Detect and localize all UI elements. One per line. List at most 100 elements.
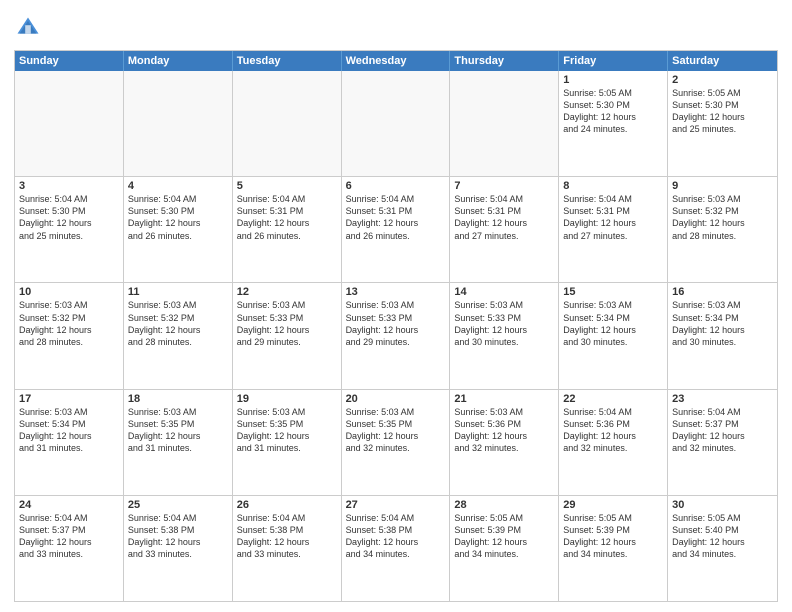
- day-cell-3: 3Sunrise: 5:04 AM Sunset: 5:30 PM Daylig…: [15, 177, 124, 282]
- day-number: 20: [346, 393, 446, 405]
- day-cell-28: 28Sunrise: 5:05 AM Sunset: 5:39 PM Dayli…: [450, 496, 559, 601]
- day-info: Sunrise: 5:04 AM Sunset: 5:38 PM Dayligh…: [346, 512, 446, 561]
- day-cell-6: 6Sunrise: 5:04 AM Sunset: 5:31 PM Daylig…: [342, 177, 451, 282]
- calendar-row-4: 17Sunrise: 5:03 AM Sunset: 5:34 PM Dayli…: [15, 389, 777, 495]
- day-info: Sunrise: 5:04 AM Sunset: 5:30 PM Dayligh…: [19, 193, 119, 242]
- header-day-sunday: Sunday: [15, 51, 124, 71]
- day-cell-27: 27Sunrise: 5:04 AM Sunset: 5:38 PM Dayli…: [342, 496, 451, 601]
- header-day-tuesday: Tuesday: [233, 51, 342, 71]
- day-cell-19: 19Sunrise: 5:03 AM Sunset: 5:35 PM Dayli…: [233, 390, 342, 495]
- day-cell-11: 11Sunrise: 5:03 AM Sunset: 5:32 PM Dayli…: [124, 283, 233, 388]
- calendar-body: 1Sunrise: 5:05 AM Sunset: 5:30 PM Daylig…: [15, 71, 777, 601]
- day-info: Sunrise: 5:03 AM Sunset: 5:32 PM Dayligh…: [128, 299, 228, 348]
- day-info: Sunrise: 5:04 AM Sunset: 5:31 PM Dayligh…: [563, 193, 663, 242]
- day-number: 1: [563, 74, 663, 86]
- header-day-wednesday: Wednesday: [342, 51, 451, 71]
- day-info: Sunrise: 5:04 AM Sunset: 5:36 PM Dayligh…: [563, 406, 663, 455]
- day-info: Sunrise: 5:03 AM Sunset: 5:34 PM Dayligh…: [672, 299, 773, 348]
- day-number: 5: [237, 180, 337, 192]
- day-number: 15: [563, 286, 663, 298]
- day-cell-20: 20Sunrise: 5:03 AM Sunset: 5:35 PM Dayli…: [342, 390, 451, 495]
- header: [14, 10, 778, 42]
- day-info: Sunrise: 5:03 AM Sunset: 5:35 PM Dayligh…: [346, 406, 446, 455]
- day-cell-21: 21Sunrise: 5:03 AM Sunset: 5:36 PM Dayli…: [450, 390, 559, 495]
- day-cell-7: 7Sunrise: 5:04 AM Sunset: 5:31 PM Daylig…: [450, 177, 559, 282]
- day-cell-25: 25Sunrise: 5:04 AM Sunset: 5:38 PM Dayli…: [124, 496, 233, 601]
- day-cell-24: 24Sunrise: 5:04 AM Sunset: 5:37 PM Dayli…: [15, 496, 124, 601]
- day-number: 25: [128, 499, 228, 511]
- day-info: Sunrise: 5:04 AM Sunset: 5:38 PM Dayligh…: [128, 512, 228, 561]
- day-number: 23: [672, 393, 773, 405]
- day-info: Sunrise: 5:03 AM Sunset: 5:35 PM Dayligh…: [128, 406, 228, 455]
- day-number: 2: [672, 74, 773, 86]
- day-info: Sunrise: 5:04 AM Sunset: 5:31 PM Dayligh…: [237, 193, 337, 242]
- day-info: Sunrise: 5:04 AM Sunset: 5:30 PM Dayligh…: [128, 193, 228, 242]
- day-info: Sunrise: 5:04 AM Sunset: 5:37 PM Dayligh…: [19, 512, 119, 561]
- day-info: Sunrise: 5:03 AM Sunset: 5:33 PM Dayligh…: [454, 299, 554, 348]
- logo-icon: [14, 14, 42, 42]
- day-info: Sunrise: 5:03 AM Sunset: 5:33 PM Dayligh…: [346, 299, 446, 348]
- day-cell-18: 18Sunrise: 5:03 AM Sunset: 5:35 PM Dayli…: [124, 390, 233, 495]
- header-day-saturday: Saturday: [668, 51, 777, 71]
- day-number: 12: [237, 286, 337, 298]
- day-info: Sunrise: 5:04 AM Sunset: 5:31 PM Dayligh…: [454, 193, 554, 242]
- day-number: 26: [237, 499, 337, 511]
- day-number: 10: [19, 286, 119, 298]
- day-info: Sunrise: 5:04 AM Sunset: 5:38 PM Dayligh…: [237, 512, 337, 561]
- empty-cell: [450, 71, 559, 176]
- day-info: Sunrise: 5:05 AM Sunset: 5:39 PM Dayligh…: [563, 512, 663, 561]
- day-number: 29: [563, 499, 663, 511]
- day-cell-13: 13Sunrise: 5:03 AM Sunset: 5:33 PM Dayli…: [342, 283, 451, 388]
- day-cell-22: 22Sunrise: 5:04 AM Sunset: 5:36 PM Dayli…: [559, 390, 668, 495]
- day-info: Sunrise: 5:03 AM Sunset: 5:32 PM Dayligh…: [672, 193, 773, 242]
- day-cell-29: 29Sunrise: 5:05 AM Sunset: 5:39 PM Dayli…: [559, 496, 668, 601]
- day-cell-15: 15Sunrise: 5:03 AM Sunset: 5:34 PM Dayli…: [559, 283, 668, 388]
- day-number: 3: [19, 180, 119, 192]
- day-cell-5: 5Sunrise: 5:04 AM Sunset: 5:31 PM Daylig…: [233, 177, 342, 282]
- day-cell-8: 8Sunrise: 5:04 AM Sunset: 5:31 PM Daylig…: [559, 177, 668, 282]
- day-cell-4: 4Sunrise: 5:04 AM Sunset: 5:30 PM Daylig…: [124, 177, 233, 282]
- day-number: 9: [672, 180, 773, 192]
- header-day-thursday: Thursday: [450, 51, 559, 71]
- header-day-monday: Monday: [124, 51, 233, 71]
- calendar-row-3: 10Sunrise: 5:03 AM Sunset: 5:32 PM Dayli…: [15, 282, 777, 388]
- day-number: 28: [454, 499, 554, 511]
- day-number: 24: [19, 499, 119, 511]
- day-cell-16: 16Sunrise: 5:03 AM Sunset: 5:34 PM Dayli…: [668, 283, 777, 388]
- day-cell-2: 2Sunrise: 5:05 AM Sunset: 5:30 PM Daylig…: [668, 71, 777, 176]
- day-number: 11: [128, 286, 228, 298]
- empty-cell: [342, 71, 451, 176]
- day-info: Sunrise: 5:03 AM Sunset: 5:32 PM Dayligh…: [19, 299, 119, 348]
- day-info: Sunrise: 5:04 AM Sunset: 5:31 PM Dayligh…: [346, 193, 446, 242]
- day-info: Sunrise: 5:05 AM Sunset: 5:40 PM Dayligh…: [672, 512, 773, 561]
- day-cell-14: 14Sunrise: 5:03 AM Sunset: 5:33 PM Dayli…: [450, 283, 559, 388]
- day-number: 22: [563, 393, 663, 405]
- calendar-row-2: 3Sunrise: 5:04 AM Sunset: 5:30 PM Daylig…: [15, 176, 777, 282]
- empty-cell: [15, 71, 124, 176]
- logo: [14, 14, 44, 42]
- day-info: Sunrise: 5:05 AM Sunset: 5:30 PM Dayligh…: [563, 87, 663, 136]
- day-cell-17: 17Sunrise: 5:03 AM Sunset: 5:34 PM Dayli…: [15, 390, 124, 495]
- day-number: 6: [346, 180, 446, 192]
- calendar-row-1: 1Sunrise: 5:05 AM Sunset: 5:30 PM Daylig…: [15, 71, 777, 176]
- day-cell-30: 30Sunrise: 5:05 AM Sunset: 5:40 PM Dayli…: [668, 496, 777, 601]
- day-cell-10: 10Sunrise: 5:03 AM Sunset: 5:32 PM Dayli…: [15, 283, 124, 388]
- day-number: 13: [346, 286, 446, 298]
- day-info: Sunrise: 5:03 AM Sunset: 5:35 PM Dayligh…: [237, 406, 337, 455]
- day-info: Sunrise: 5:03 AM Sunset: 5:36 PM Dayligh…: [454, 406, 554, 455]
- calendar-row-5: 24Sunrise: 5:04 AM Sunset: 5:37 PM Dayli…: [15, 495, 777, 601]
- day-info: Sunrise: 5:03 AM Sunset: 5:33 PM Dayligh…: [237, 299, 337, 348]
- day-number: 30: [672, 499, 773, 511]
- day-number: 8: [563, 180, 663, 192]
- day-info: Sunrise: 5:03 AM Sunset: 5:34 PM Dayligh…: [563, 299, 663, 348]
- empty-cell: [233, 71, 342, 176]
- day-cell-1: 1Sunrise: 5:05 AM Sunset: 5:30 PM Daylig…: [559, 71, 668, 176]
- day-number: 18: [128, 393, 228, 405]
- day-number: 19: [237, 393, 337, 405]
- day-cell-23: 23Sunrise: 5:04 AM Sunset: 5:37 PM Dayli…: [668, 390, 777, 495]
- day-number: 4: [128, 180, 228, 192]
- day-info: Sunrise: 5:04 AM Sunset: 5:37 PM Dayligh…: [672, 406, 773, 455]
- day-number: 21: [454, 393, 554, 405]
- calendar: SundayMondayTuesdayWednesdayThursdayFrid…: [14, 50, 778, 602]
- day-info: Sunrise: 5:05 AM Sunset: 5:39 PM Dayligh…: [454, 512, 554, 561]
